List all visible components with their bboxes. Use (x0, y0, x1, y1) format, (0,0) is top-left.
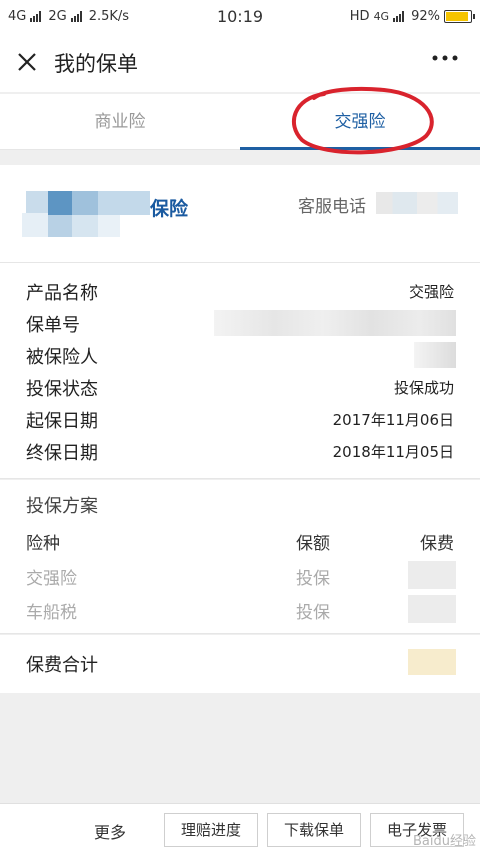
detail-value: 投保成功 (393, 379, 454, 397)
detail-value: 2018年11月05日 (332, 443, 454, 461)
more-dots-icon[interactable] (432, 54, 458, 62)
detail-row-policy-number: 保单号 (0, 307, 480, 339)
bottom-action-bar: 更多 理赔进度 下载保单 电子发票 Baidu经验 (0, 803, 480, 853)
plan-row: 交强险 投保 (0, 561, 480, 593)
battery-percent: 92% (411, 9, 440, 24)
insurer-card: 保险 客服电话 (0, 165, 480, 263)
download-policy-button[interactable]: 下载保单 (267, 813, 362, 847)
plan-type: 交强险 (26, 569, 77, 589)
detail-label: 产品名称 (26, 283, 98, 304)
policy-tabs: 商业险 交强险 (0, 94, 480, 150)
plan-type: 车船税 (26, 603, 77, 623)
policy-number-blurred (214, 310, 456, 336)
total-value-blurred (408, 649, 456, 675)
plan-amount: 投保 (296, 603, 330, 623)
detail-row-start-date: 起保日期 2017年11月06日 (0, 403, 480, 435)
detail-label: 被保险人 (26, 347, 98, 368)
battery-fill (446, 12, 469, 21)
total-label: 保费合计 (26, 655, 98, 676)
detail-label: 终保日期 (26, 443, 98, 464)
plan-header-row: 险种 保额 保费 (0, 526, 480, 558)
detail-label: 起保日期 (26, 411, 98, 432)
plan-header-amount: 保额 (296, 534, 330, 554)
close-icon[interactable] (16, 51, 38, 73)
premium-blurred (408, 561, 456, 589)
battery-icon (444, 10, 475, 23)
detail-value: 2017年11月06日 (332, 411, 454, 429)
detail-row-status: 投保状态 投保成功 (0, 371, 480, 403)
status-bar: 4G 2G 2.5K/s 10:19 HD 4G 92% (0, 0, 480, 34)
signal-icon (393, 11, 405, 22)
plan-row: 车船税 投保 (0, 595, 480, 627)
baidu-watermark: Baidu经验 (413, 834, 476, 849)
claim-progress-button[interactable]: 理赔进度 (164, 813, 259, 847)
detail-label: 保单号 (26, 315, 80, 336)
plan-title: 投保方案 (26, 496, 98, 517)
plan-amount: 投保 (296, 569, 330, 589)
insured-name-blurred (414, 342, 456, 368)
detail-row-insured: 被保险人 (0, 339, 480, 371)
network-type-3: 4G (373, 10, 390, 23)
detail-label: 投保状态 (26, 379, 98, 400)
detail-row-end-date: 终保日期 2018年11月05日 (0, 435, 480, 467)
tab-commercial-insurance[interactable]: 商业险 (0, 94, 240, 149)
insurer-logo-blurred (22, 191, 152, 241)
detail-value: 交强险 (408, 283, 454, 301)
hotline-number-blurred[interactable] (376, 192, 458, 214)
hotline-label: 客服电话 (298, 197, 366, 217)
insurer-name: 保险 (150, 198, 189, 220)
detail-row-product: 产品名称 交强险 (0, 275, 480, 307)
tab-compulsory-insurance[interactable]: 交强险 (240, 94, 480, 150)
status-right: HD 4G 92% (349, 9, 475, 24)
page-title: 我的保单 (54, 52, 138, 76)
plan-header-type: 险种 (26, 534, 60, 554)
more-link[interactable]: 更多 (94, 819, 126, 843)
insurance-plan: 投保方案 险种 保额 保费 交强险 投保 车船税 投保 (0, 480, 480, 634)
premium-total: 保费合计 (0, 635, 480, 693)
premium-blurred (408, 595, 456, 623)
plan-header-premium: 保费 (420, 534, 454, 554)
hd-indicator: HD (349, 9, 370, 24)
policy-details: 产品名称 交强险 保单号 被保险人 投保状态 投保成功 起保日期 2017年11… (0, 263, 480, 479)
title-bar: 我的保单 (0, 34, 480, 92)
